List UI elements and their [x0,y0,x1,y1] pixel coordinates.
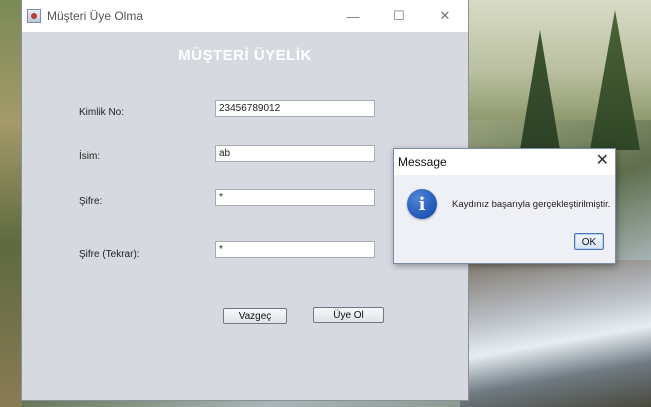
window-controls: — ☐ ✕ [330,0,468,32]
password-repeat-label: Şifre (Tekrar): [79,249,140,260]
password-label: Şifre: [79,196,103,207]
form-title: MÜŞTERİ ÜYELİK [178,47,312,64]
cancel-button[interactable]: Vazgeç [223,308,287,324]
id-number-label: Kimlik No: [79,107,125,118]
ok-button[interactable]: OK [574,233,604,250]
submit-membership-button[interactable]: Üye Ol [313,307,384,323]
info-icon: i [407,189,437,219]
id-number-input[interactable] [215,100,375,117]
maximize-button[interactable]: ☐ [376,0,422,32]
window-title: Müşteri Üye Olma [47,9,144,23]
minimize-button[interactable]: — [330,0,376,32]
message-dialog: Message ✕ i Kaydınız başarıyla gerçekleş… [393,148,616,264]
close-button[interactable]: ✕ [422,0,468,32]
dialog-message: Kaydınız başarıyla gerçekleştirilmiştir. [452,199,611,210]
name-input[interactable] [215,145,375,162]
password-repeat-input[interactable] [215,241,375,258]
password-input[interactable] [215,189,375,206]
window-titlebar[interactable]: Müşteri Üye Olma — ☐ ✕ [22,0,468,32]
dialog-title: Message [398,155,447,169]
name-label: İsim: [79,151,101,162]
java-app-icon [27,9,41,23]
dialog-titlebar[interactable]: Message ✕ [394,149,615,175]
dialog-close-icon[interactable]: ✕ [596,152,609,170]
wallpaper-waterfall [460,260,651,407]
wallpaper-left-edge [0,0,22,407]
